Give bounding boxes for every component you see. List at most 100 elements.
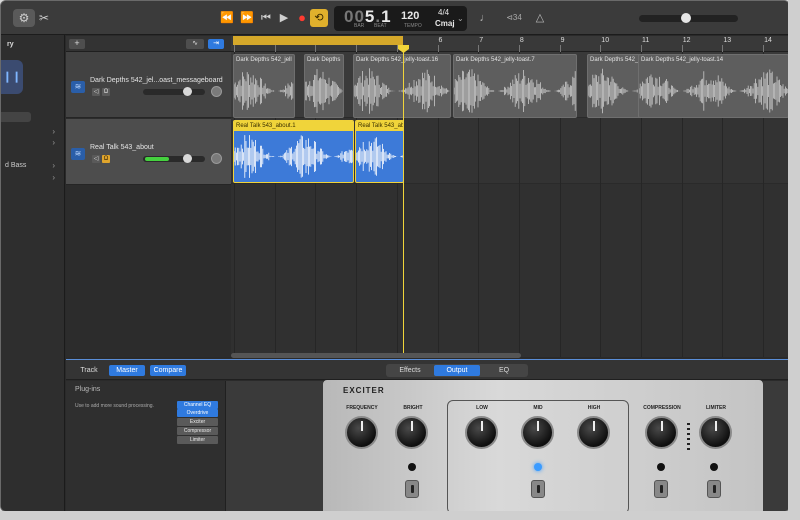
ruler-tick: [274, 45, 276, 52]
track-header-2[interactable]: ≋ Real Talk 543_about ◁ Ω: [66, 119, 231, 185]
mid-led: [534, 463, 542, 471]
plugin-slot-limiter[interactable]: Limiter: [177, 436, 218, 444]
track-name[interactable]: Dark Depths 542_jel...oast_messageboard: [90, 77, 223, 84]
library-row[interactable]: ›: [1, 127, 61, 138]
add-track-button[interactable]: +: [69, 39, 85, 49]
play-button[interactable]: ▶: [277, 9, 291, 27]
rewind-button[interactable]: ⏪: [219, 9, 235, 27]
catch-playhead-button[interactable]: ⇥: [208, 39, 224, 49]
panel-margin: [763, 381, 789, 511]
compression-led: [657, 463, 665, 471]
arrange-area[interactable]: Dark Depths 542_jell Dark Depths Dark De…: [231, 52, 789, 357]
audio-region[interactable]: Dark Depths 542_jelly-toast.16: [353, 54, 451, 118]
pan-knob[interactable]: [211, 153, 222, 164]
scissors-icon[interactable]: ✂: [37, 9, 51, 27]
plugin-slot-overdrive[interactable]: Overdrive: [177, 409, 218, 417]
audio-region[interactable]: Dark Depths 542_jell: [233, 54, 295, 118]
audio-region-selected[interactable]: Real Talk 543_abo: [355, 120, 404, 183]
library-row[interactable]: ›: [1, 173, 61, 184]
waveform-icon: ≋: [71, 81, 85, 93]
track-volume-knob[interactable]: [183, 154, 192, 163]
ruler-tick: [356, 45, 358, 52]
ruler-tick: [722, 45, 724, 52]
ruler-tick: [641, 45, 642, 52]
tab-effects[interactable]: Effects: [388, 365, 432, 376]
mid-label: MID: [533, 405, 543, 411]
ruler-tick: [315, 45, 317, 52]
bright-led: [408, 463, 416, 471]
chevron-down-icon[interactable]: ⌄: [457, 14, 464, 23]
level-meter: [145, 157, 169, 161]
mid-knob[interactable]: [521, 416, 554, 449]
tuner-icon[interactable]: ♩: [479, 9, 491, 27]
forward-button[interactable]: ⏩: [239, 9, 255, 27]
plugin-slot-exciter[interactable]: Exciter: [177, 418, 218, 426]
ruler-bar-number: 14: [764, 37, 772, 44]
lcd-display[interactable]: 005.1 BAR BEAT 120 TEMPO 4/4 Cmaj ⌄: [334, 6, 467, 31]
track-volume-slider[interactable]: [143, 89, 205, 95]
smart-controls: Track Master Compare Effects Output EQ P…: [66, 359, 789, 511]
headphones-icon[interactable]: Ω: [102, 88, 110, 96]
pan-knob[interactable]: [211, 86, 222, 97]
library-search[interactable]: [1, 112, 31, 122]
tab-master[interactable]: Master: [109, 365, 145, 376]
audio-region[interactable]: Dark Depths 542_jelly-toast.7: [453, 54, 577, 118]
record-button[interactable]: ●: [295, 9, 309, 27]
compression-knob[interactable]: [645, 416, 678, 449]
compare-button[interactable]: Compare: [150, 365, 186, 376]
tab-track[interactable]: Track: [74, 365, 104, 376]
track-volume-knob[interactable]: [183, 87, 192, 96]
plugin-slot-channel-eq[interactable]: Channel EQ: [177, 401, 218, 409]
mid-toggle[interactable]: [531, 480, 545, 498]
frequency-knob[interactable]: [345, 416, 378, 449]
high-knob[interactable]: [577, 416, 610, 449]
tab-eq[interactable]: EQ: [482, 365, 526, 376]
waveform: [354, 68, 450, 114]
bright-toggle[interactable]: [405, 480, 419, 498]
track-name[interactable]: Real Talk 543_about: [90, 144, 154, 151]
ruler-bar-number: 9: [560, 37, 565, 44]
page-edge-bottom: [0, 511, 800, 520]
tab-output[interactable]: Output: [434, 365, 480, 376]
exciter-title: EXCITER: [343, 386, 385, 395]
page-edge: [788, 0, 800, 520]
library-row[interactable]: d Bass ›: [1, 161, 61, 172]
audio-patch-icon[interactable]: ❙❙: [1, 60, 23, 94]
audio-region[interactable]: Dark Depths: [304, 54, 344, 118]
master-volume-knob[interactable]: [681, 13, 691, 23]
limiter-knob[interactable]: [699, 416, 732, 449]
library-button[interactable]: ⚙: [13, 9, 35, 27]
ruler-bar-number: 6: [438, 37, 443, 44]
plugin-slot-compressor[interactable]: Compressor: [177, 427, 218, 435]
playhead[interactable]: [403, 45, 404, 357]
low-label: LOW: [476, 405, 488, 411]
mute-button[interactable]: ◁: [92, 88, 100, 96]
tracks-header: + ∿ ⇥: [66, 36, 231, 52]
ruler-bar-number: 7: [479, 37, 484, 44]
audio-region-selected[interactable]: Real Talk 543_about.1: [233, 120, 354, 183]
mute-button[interactable]: ◁: [92, 155, 100, 163]
audio-region[interactable]: Dark Depths 542_jell: [587, 54, 645, 118]
track-header-1[interactable]: ≋ Dark Depths 542_jel...oast_messageboar…: [66, 52, 231, 118]
count-in-button[interactable]: ⊲34: [505, 9, 523, 27]
compression-toggle[interactable]: [654, 480, 668, 498]
waveform: [234, 135, 353, 178]
tempo-label: TEMPO: [404, 23, 422, 29]
limiter-toggle[interactable]: [707, 480, 721, 498]
waveform: [356, 137, 403, 176]
metronome-icon[interactable]: △: [534, 9, 546, 27]
cycle-region[interactable]: [233, 36, 403, 45]
automation-button[interactable]: ∿: [186, 39, 204, 49]
cycle-button[interactable]: ⟲: [310, 9, 328, 27]
library-row[interactable]: ›: [1, 138, 61, 149]
track-list: ≋ Dark Depths 542_jel...oast_messageboar…: [66, 52, 231, 357]
go-to-start-button[interactable]: ⏮: [259, 9, 273, 27]
app-window: ⚙ ✂ ⏪ ⏩ ⏮ ▶ ● ⟲ 005.1 BAR BEAT 120 TEMPO…: [0, 0, 790, 512]
bright-knob[interactable]: [395, 416, 428, 449]
low-knob[interactable]: [465, 416, 498, 449]
ruler-bar-number: 12: [682, 37, 691, 44]
headphones-icon[interactable]: Ω: [102, 155, 110, 163]
audio-region[interactable]: Dark Depths 542_jelly-toast.14: [638, 54, 789, 118]
horizontal-scrollbar[interactable]: [231, 353, 521, 358]
time-signature: 4/4: [438, 8, 450, 17]
